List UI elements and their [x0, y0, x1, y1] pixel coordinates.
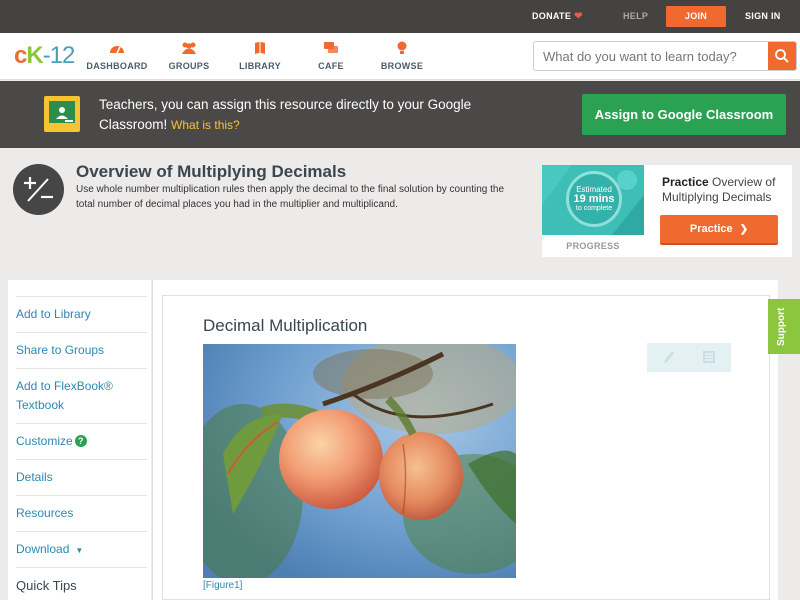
banner-message: Teachers, you can assign this resource d…	[99, 95, 519, 135]
library-icon	[255, 42, 265, 54]
sidebar-item-customize[interactable]: Customize?	[16, 423, 147, 451]
groups-icon	[182, 42, 196, 54]
peaches-photo	[203, 344, 516, 578]
practice-prefix: Practice	[662, 175, 709, 189]
sidebar-item-resources[interactable]: Resources	[16, 495, 147, 523]
logo-n: -12	[42, 42, 76, 69]
progress-label: PROGRESS	[566, 241, 620, 251]
help-link[interactable]: HELP	[623, 0, 648, 33]
chevron-right-icon: ❯	[739, 224, 749, 235]
logo-c: c	[14, 42, 27, 69]
annotation-toolbar	[647, 343, 731, 372]
practice-button-label: Practice	[689, 223, 733, 235]
search-input[interactable]	[534, 42, 770, 70]
top-utility-bar: DONATE ❤ HELP JOIN SIGN IN	[0, 0, 800, 33]
pencil-icon[interactable]	[663, 350, 675, 364]
page-title: Overview of Multiplying Decimals	[76, 162, 347, 181]
resource-sidebar: Add to Library Share to Groups Add to Fl…	[8, 280, 151, 600]
nav-groups[interactable]: GROUPS	[154, 41, 224, 71]
caret-down-icon: ▼	[75, 546, 84, 555]
google-classroom-icon	[44, 96, 80, 132]
cafe-icon	[324, 42, 338, 53]
ck12-logo[interactable]: cK-12	[14, 42, 76, 70]
content-card: Decimal Multiplication [Figure1]	[162, 295, 770, 600]
search-button[interactable]	[768, 42, 796, 70]
logo-k: K	[26, 42, 43, 69]
customize-label: Customize	[16, 434, 73, 448]
main-content: Decimal Multiplication [Figure1]	[152, 280, 778, 600]
sidebar-item-add-to-library[interactable]: Add to Library	[16, 296, 147, 324]
quick-tips-heading: Quick Tips	[16, 567, 147, 595]
what-is-this-link[interactable]: What is this?	[171, 118, 240, 132]
nav-cafe-label: CAFE	[318, 61, 344, 71]
support-tab[interactable]: Support	[768, 299, 800, 354]
search-icon	[775, 49, 789, 63]
nav-dashboard[interactable]: DASHBOARD	[82, 41, 152, 71]
sidebar-item-details[interactable]: Details	[16, 459, 147, 487]
nav-cafe[interactable]: CAFE	[296, 41, 366, 71]
assign-to-google-classroom-button[interactable]: Assign to Google Classroom	[582, 94, 786, 135]
main-nav: cK-12 DASHBOARD GROUPS LIBRARY CAFE BROW…	[0, 33, 800, 80]
help-icon[interactable]: ?	[74, 435, 87, 447]
figure-caption-link[interactable]: [Figure1]	[203, 580, 242, 591]
page-description: Use whole number multiplication rules th…	[76, 184, 505, 210]
sidebar-item-add-to-flexbook[interactable]: Add to FlexBook® Textbook	[16, 368, 147, 415]
download-label: Download	[16, 542, 70, 556]
sign-in-link[interactable]: SIGN IN	[745, 0, 781, 33]
nav-library[interactable]: LIBRARY	[225, 41, 295, 71]
nav-library-label: LIBRARY	[239, 61, 281, 71]
estimated-time-badge: Estimated 19 mins to complete	[566, 171, 622, 227]
nav-browse-label: BROWSE	[380, 61, 424, 71]
sidebar-item-share-to-groups[interactable]: Share to Groups	[16, 332, 147, 360]
sidebar-item-download[interactable]: Download ▼	[16, 531, 147, 560]
search-box	[533, 41, 797, 71]
support-label: Support	[776, 307, 787, 346]
dashboard-icon	[110, 46, 124, 54]
join-button[interactable]: JOIN	[666, 6, 726, 27]
banner-text: Teachers, you can assign this resource d…	[99, 97, 472, 132]
nav-browse[interactable]: BROWSE	[367, 41, 437, 71]
donate-link[interactable]: DONATE ❤	[532, 0, 583, 33]
section-heading: Decimal Multiplication	[203, 316, 368, 335]
donate-label: DONATE	[532, 11, 572, 21]
plus-minus-icon	[13, 164, 64, 215]
practice-title: Practice Overview of Multiplying Decimal…	[662, 175, 788, 205]
progress-graphic: Estimated 19 mins to complete	[542, 165, 644, 235]
practice-card: Estimated 19 mins to complete PROGRESS P…	[542, 165, 792, 257]
heart-icon: ❤	[574, 11, 583, 22]
nav-groups-label: GROUPS	[168, 61, 210, 71]
to-complete-label: to complete	[575, 205, 613, 212]
estimated-minutes: 19 mins	[573, 193, 615, 205]
nav-dashboard-label: DASHBOARD	[86, 61, 148, 71]
practice-button[interactable]: Practice ❯	[660, 215, 778, 245]
notes-icon[interactable]	[702, 350, 716, 364]
browse-icon	[397, 41, 407, 54]
